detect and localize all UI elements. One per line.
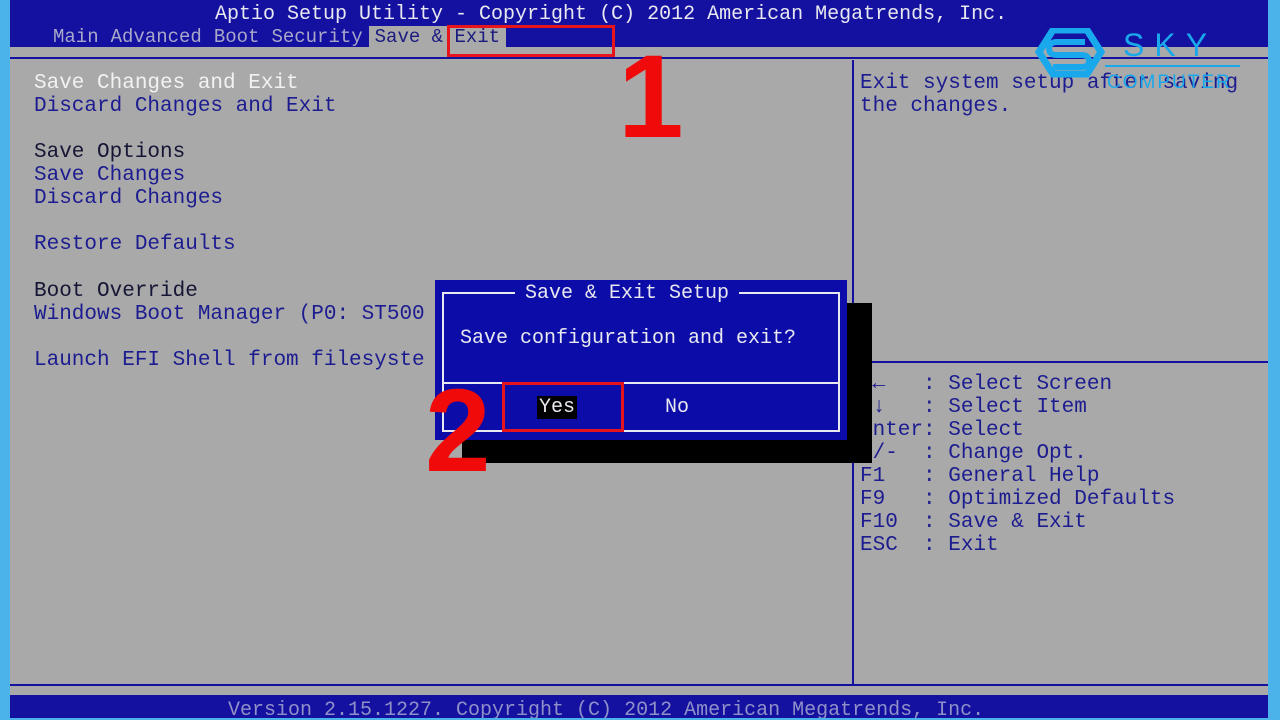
key-name: F10 (860, 511, 924, 534)
key-legend-item: F1 : General Help (860, 465, 1099, 488)
dialog-message: Save configuration and exit? (460, 327, 797, 350)
highlight-save-exit-tab (447, 25, 615, 57)
no-button[interactable]: No (665, 396, 689, 419)
key-legend-item: →← : Select Screen (860, 373, 1112, 396)
tab-security[interactable]: Security (265, 26, 368, 48)
key-action: Select Item (948, 396, 1087, 419)
key-separator: : (923, 511, 949, 534)
menu-launch-efi-shell[interactable]: Launch EFI Shell from filesyste (34, 349, 425, 372)
menu-discard-changes-exit[interactable]: Discard Changes and Exit (34, 95, 336, 118)
key-separator: : (923, 465, 949, 488)
key-action: Save & Exit (948, 511, 1087, 534)
svg-text:COMPUTER: COMPUTER (1107, 72, 1232, 93)
help-divider (854, 361, 1268, 363)
key-separator: : (923, 373, 949, 396)
key-legend-item: F9 : Optimized Defaults (860, 488, 1175, 511)
key-separator: : (923, 396, 949, 419)
key-name: F9 (860, 488, 924, 511)
key-action: Change Opt. (948, 442, 1087, 465)
menu-save-changes-exit[interactable]: Save Changes and Exit (34, 72, 299, 95)
key-action: Optimized Defaults (948, 488, 1176, 511)
key-legend-item: Enter: Select (860, 419, 1024, 442)
highlight-yes-button (502, 382, 624, 432)
footer-text: Version 2.15.1227. Copyright (C) 2012 Am… (228, 699, 985, 718)
step-1-label: 1 (618, 31, 684, 163)
svg-text:SKY: SKY (1123, 28, 1217, 63)
step-2-label: 2 (425, 365, 491, 497)
sky-computer-watermark-logo: SKY COMPUTER (1035, 28, 1240, 93)
footer-bar: Version 2.15.1227. Copyright (C) 2012 Am… (10, 695, 1268, 718)
utility-title: Aptio Setup Utility - Copyright (C) 2012… (215, 3, 1008, 26)
tab-boot[interactable]: Boot (208, 26, 266, 48)
bottom-divider (10, 684, 1268, 686)
key-separator: : (923, 442, 949, 465)
menu-discard-changes[interactable]: Discard Changes (34, 187, 223, 210)
key-action: General Help (948, 465, 1100, 488)
save-options-heading: Save Options (34, 141, 186, 164)
menu-save-changes[interactable]: Save Changes (34, 164, 185, 187)
tab-main[interactable]: Main (47, 26, 105, 48)
dialog-title: Save & Exit Setup (515, 282, 740, 305)
key-legend-item: F10 : Save & Exit (860, 511, 1087, 534)
key-separator: : (923, 488, 949, 511)
key-action: Select Screen (948, 373, 1113, 396)
tab-advanced[interactable]: Advanced (105, 26, 208, 48)
menu-windows-boot-manager[interactable]: Windows Boot Manager (P0: ST500 (34, 303, 425, 326)
key-legend-item: ↑↓ : Select Item (860, 396, 1087, 419)
key-name: ESC (860, 534, 924, 557)
key-separator: : (923, 534, 949, 557)
key-name: F1 (860, 465, 924, 488)
key-action: Select (948, 419, 1024, 442)
boot-override-heading: Boot Override (34, 280, 198, 303)
save-exit-dialog: Save & Exit Setup Save configuration and… (435, 280, 847, 440)
key-action: Exit (948, 534, 999, 557)
tab-bar: Main Advanced Boot Security Save & Exit (47, 26, 507, 48)
key-separator: : (923, 419, 949, 442)
key-legend-item: +/- : Change Opt. (860, 442, 1087, 465)
key-legend-item: ESC : Exit (860, 534, 999, 557)
menu-restore-defaults[interactable]: Restore Defaults (34, 233, 236, 256)
